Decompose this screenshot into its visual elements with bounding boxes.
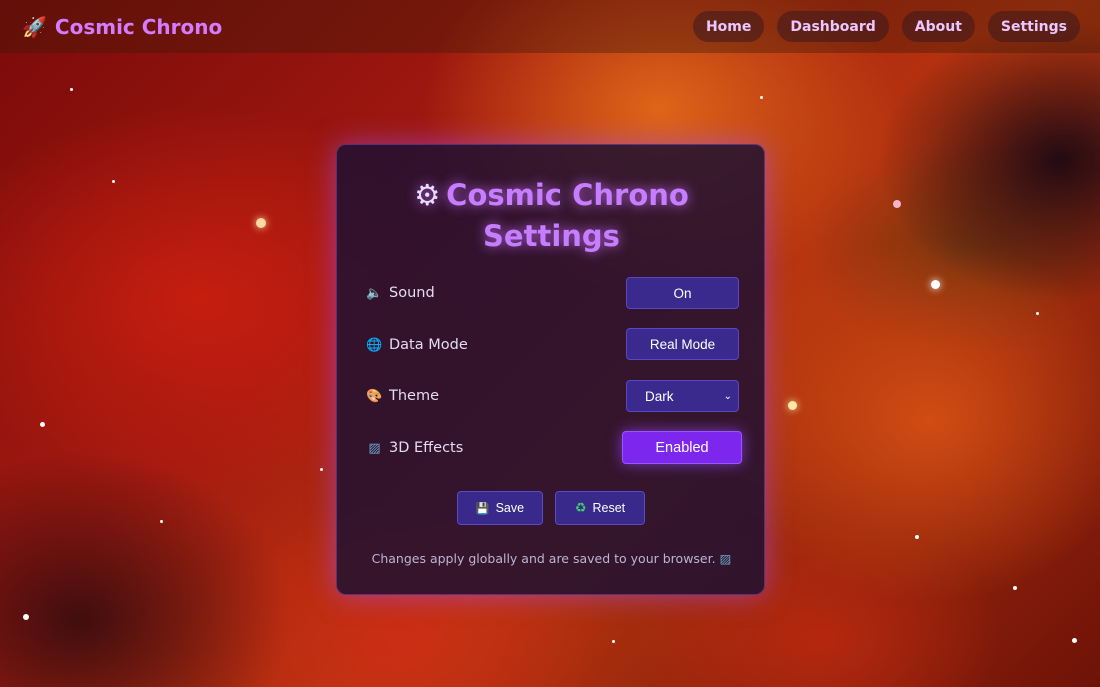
star <box>612 640 615 643</box>
nav-menu: Home Dashboard About Settings <box>692 11 1080 42</box>
sound-label-row: 🔈 Sound <box>366 285 435 301</box>
theme-label: Theme <box>389 388 440 404</box>
theme-select[interactable]: Dark ⌄ <box>626 380 739 412</box>
footnote: Changes apply globally and are saved to … <box>337 551 766 566</box>
star <box>256 218 266 228</box>
data-mode-label-row: 🌐 Data Mode <box>366 337 468 353</box>
star <box>931 280 940 289</box>
star <box>40 422 45 427</box>
theme-select-value: Dark <box>645 388 674 404</box>
nav-item-dashboard[interactable]: Dashboard <box>777 11 889 42</box>
sound-toggle-button[interactable]: On <box>626 277 739 309</box>
settings-panel: ⚙ Cosmic Chrono Settings 🔈 Sound On 🌐 Dat… <box>336 144 765 595</box>
brand[interactable]: 🚀 Cosmic Chrono <box>22 15 222 39</box>
effects-label-row: ▨ 3D Effects <box>366 440 463 456</box>
panel-title-line2: Settings <box>483 219 620 253</box>
data-mode-label: Data Mode <box>389 337 468 353</box>
star <box>1072 638 1077 643</box>
fabric-icon: ▨ <box>368 440 381 456</box>
rocket-icon: 🚀 <box>22 14 47 39</box>
recycle-icon: ♻ <box>574 500 587 515</box>
sound-label: Sound <box>389 285 435 301</box>
gear-icon: ⚙ <box>414 178 441 212</box>
star <box>320 468 323 471</box>
chevron-down-icon: ⌄ <box>723 390 732 402</box>
reset-button[interactable]: ♻ Reset <box>555 491 645 525</box>
star <box>915 535 919 539</box>
save-button[interactable]: 💾 Save <box>457 491 543 525</box>
panel-title: ⚙ Cosmic Chrono Settings <box>337 175 766 257</box>
fabric-icon: ▨ <box>719 551 732 566</box>
palette-icon: 🎨 <box>366 388 383 404</box>
globe-icon: 🌐 <box>366 337 383 353</box>
star <box>1013 586 1017 590</box>
nav-item-about[interactable]: About <box>901 11 975 42</box>
nav-item-settings[interactable]: Settings <box>987 11 1080 42</box>
star <box>112 180 115 183</box>
data-mode-button[interactable]: Real Mode <box>626 328 739 360</box>
brand-title: Cosmic Chrono <box>54 14 223 39</box>
effects-label: 3D Effects <box>389 440 464 456</box>
theme-label-row: 🎨 Theme <box>366 388 439 404</box>
speaker-icon: 🔈 <box>366 285 383 301</box>
save-label: Save <box>495 501 525 515</box>
star <box>1036 312 1039 315</box>
star <box>160 520 163 523</box>
floppy-disk-icon: 💾 <box>475 502 490 515</box>
star <box>23 614 29 620</box>
star <box>760 96 763 99</box>
star <box>788 401 797 410</box>
star <box>893 200 901 208</box>
navbar: 🚀 Cosmic Chrono Home Dashboard About Set… <box>0 0 1100 53</box>
nav-item-home[interactable]: Home <box>692 11 765 42</box>
reset-label: Reset <box>592 501 626 515</box>
effects-toggle-button[interactable]: Enabled <box>622 431 742 464</box>
star <box>70 88 73 91</box>
footnote-text: Changes apply globally and are saved to … <box>371 551 716 566</box>
panel-title-line1: Cosmic Chrono <box>446 178 689 212</box>
